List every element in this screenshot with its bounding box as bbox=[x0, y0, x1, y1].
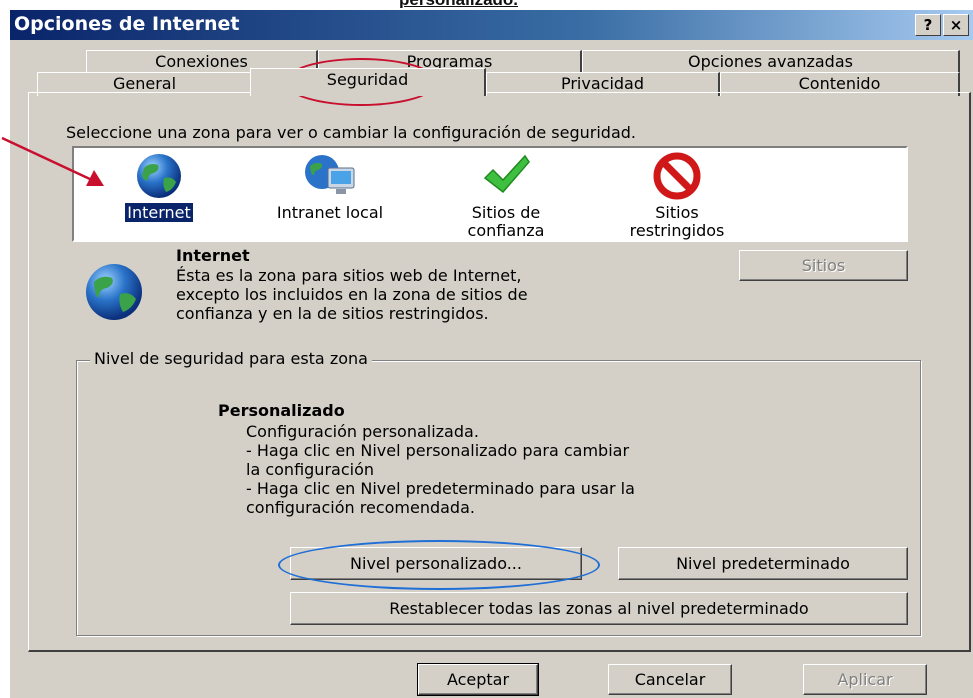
globe-icon bbox=[137, 154, 181, 198]
zone-restricted-line2: restringidos bbox=[629, 221, 725, 240]
window-title: Opciones de Internet bbox=[14, 13, 240, 35]
tab-opciones-avanzadas[interactable]: Opciones avanzadas bbox=[582, 50, 960, 74]
zone-intranet-label: Intranet local bbox=[276, 203, 384, 222]
intranet-icon bbox=[305, 155, 355, 194]
zone-internet[interactable]: Internet bbox=[104, 152, 214, 223]
zone-restricted-line1: Sitios bbox=[655, 203, 699, 222]
level-description: Configuración personalizada. - Haga clic… bbox=[246, 422, 635, 517]
zone-prompt: Seleccione una zona para ver o cambiar l… bbox=[66, 123, 636, 142]
ok-button[interactable]: Aceptar bbox=[417, 663, 539, 696]
no-entry-icon bbox=[653, 152, 701, 200]
zone-trusted[interactable]: Sitios de confianza bbox=[446, 152, 566, 240]
title-bar[interactable]: Opciones de Internet ? × bbox=[10, 10, 973, 40]
zone-description: Ésta es la zona para sitios web de Inter… bbox=[176, 266, 528, 323]
zone-internet-label: Internet bbox=[124, 202, 194, 223]
zone-trusted-line1: Sitios de bbox=[471, 203, 541, 222]
zone-intranet[interactable]: Intranet local bbox=[260, 152, 400, 222]
checkmark-icon bbox=[483, 154, 530, 194]
zone-restricted[interactable]: Sitios restringidos bbox=[612, 152, 742, 240]
custom-level-button[interactable]: Nivel personalizado... bbox=[290, 547, 582, 580]
annotation-arrow-icon bbox=[1, 136, 104, 186]
close-button[interactable]: × bbox=[943, 14, 969, 36]
cancel-button[interactable]: Cancelar bbox=[608, 664, 732, 695]
help-button[interactable]: ? bbox=[915, 14, 941, 36]
default-level-button[interactable]: Nivel predeterminado bbox=[618, 547, 908, 580]
zone-list[interactable]: Internet Intranet local Sitios de confia… bbox=[72, 146, 908, 242]
zone-trusted-line2: confianza bbox=[467, 221, 545, 240]
reset-all-zones-button[interactable]: Restablecer todas las zonas al nivel pre… bbox=[290, 592, 908, 625]
zone-globe-icon bbox=[86, 264, 142, 320]
level-title: Personalizado bbox=[218, 401, 345, 420]
sites-button[interactable]: Sitios bbox=[739, 250, 908, 281]
security-level-legend: Nivel de seguridad para esta zona bbox=[90, 349, 372, 368]
tab-seguridad[interactable]: Seguridad bbox=[250, 68, 486, 96]
apply-button[interactable]: Aplicar bbox=[803, 664, 927, 695]
zone-title: Internet bbox=[176, 246, 250, 265]
